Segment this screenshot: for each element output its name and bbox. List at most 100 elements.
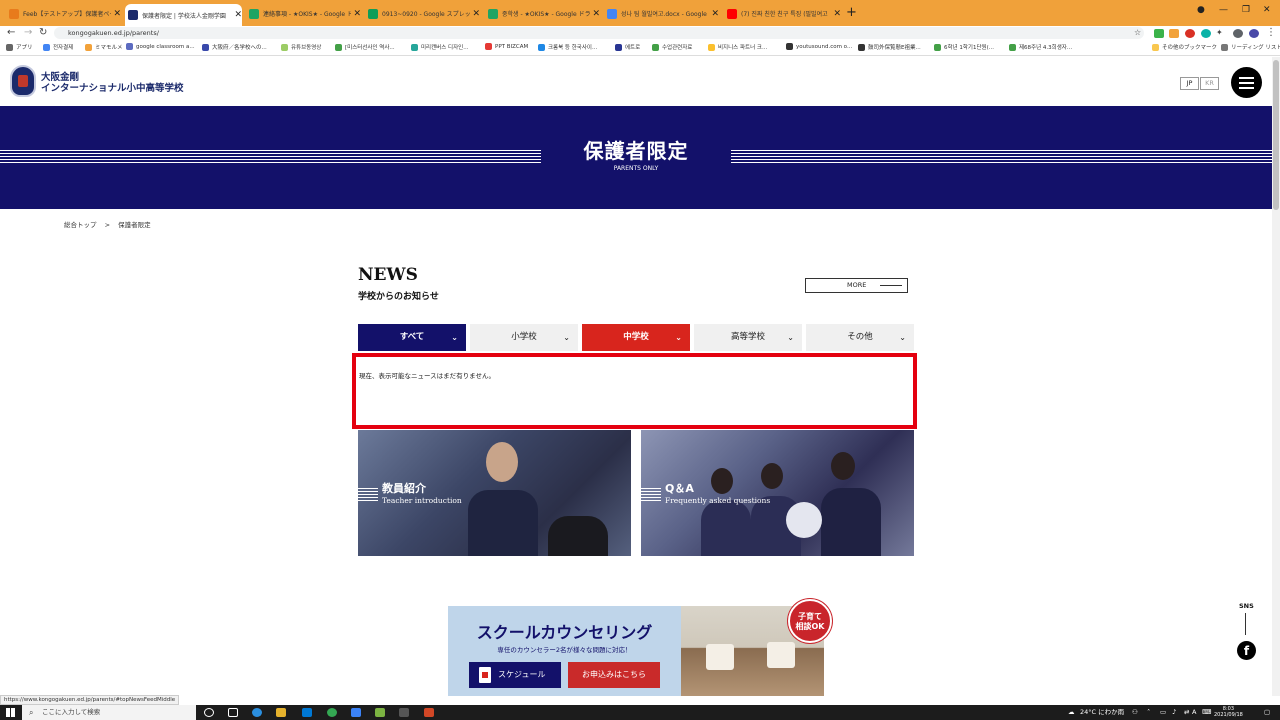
extension-icon[interactable] (1154, 29, 1164, 38)
close-tab-icon[interactable]: ✕ (592, 9, 600, 19)
taskbar-app-icon[interactable] (375, 708, 385, 717)
browser-tab[interactable]: (7) 진짜 친한 친구 특징 (필빌여고 ✕ (724, 5, 841, 22)
card-subtitle: Teacher introduction (382, 496, 462, 505)
reading-list-icon (1221, 43, 1228, 51)
bookmark-item[interactable]: 제68주년 4.3희생자... (1009, 43, 1072, 51)
bookmark-item[interactable]: PPT BIZCAM (485, 43, 528, 50)
task-view-icon[interactable] (228, 708, 238, 717)
browser-tab[interactable]: 0913~0920 - Google スプレッドシー ✕ (365, 5, 480, 22)
lang-kr-button[interactable]: KR (1200, 77, 1219, 90)
news-tab-all[interactable]: すべて ⌄ (358, 324, 466, 351)
network-icon[interactable]: ▭ (1160, 705, 1166, 720)
decorative-stripes (358, 488, 378, 502)
close-tab-icon[interactable]: ✕ (234, 10, 242, 20)
close-window-icon[interactable]: ✕ (1263, 5, 1271, 15)
browser-tab[interactable]: 중학생 - ★OKIS★ - Google ドライ ✕ (485, 5, 600, 22)
card-photo-figure (486, 442, 518, 482)
ime-mode-icon[interactable]: ⌨ (1202, 705, 1211, 720)
sync-icon[interactable]: ⇄ (1184, 705, 1189, 720)
extension-icon[interactable] (1169, 29, 1179, 38)
chrome-icon[interactable] (327, 708, 337, 717)
profile-avatar-icon[interactable] (1249, 29, 1259, 38)
powerpoint-icon[interactable] (424, 708, 434, 717)
bookmark-item[interactable]: youtusound.com o... (786, 43, 852, 50)
bookmark-item[interactable]: [미스터선사인 역사... (335, 43, 395, 51)
bookmark-item[interactable]: 전자결제 (43, 43, 73, 51)
close-tab-icon[interactable]: ✕ (113, 9, 121, 19)
bookmark-item[interactable]: 에트로 (615, 43, 640, 51)
tray-people-icon[interactable]: ⚇ (1132, 705, 1138, 720)
facebook-icon[interactable]: f (1237, 641, 1256, 660)
bookmark-icon (615, 43, 622, 51)
browser-tab[interactable]: 連絡事項 - ★OKIS★ - Google ドラ ✕ (246, 5, 361, 22)
apply-button[interactable]: お申込みはこちら (568, 662, 660, 688)
profile-avatar-icon[interactable] (1233, 29, 1243, 38)
url-bar[interactable]: kongogakuen.ed.jp/parents/ (54, 27, 1144, 39)
extension-icon[interactable] (1185, 29, 1195, 38)
other-bookmarks[interactable]: その他のブックマーク (1152, 43, 1217, 51)
back-icon[interactable]: ← (7, 26, 15, 40)
card-photo-figure (711, 468, 733, 494)
taskbar-search[interactable]: ⌕ ここに入力して検索 (22, 705, 196, 720)
extensions-puzzle-icon[interactable]: ✦ (1216, 26, 1223, 40)
qa-card[interactable]: Q＆A Frequently asked questions (641, 430, 914, 556)
bookmark-item[interactable]: 6학년 1학기1단원(... (934, 43, 994, 51)
close-tab-icon[interactable]: ✕ (833, 9, 841, 19)
bookmark-star-icon[interactable]: ☆ (1134, 26, 1141, 40)
file-explorer-icon[interactable] (276, 708, 286, 717)
close-tab-icon[interactable]: ✕ (711, 9, 719, 19)
close-tab-icon[interactable]: ✕ (353, 9, 361, 19)
schedule-button[interactable]: スケジュール (469, 662, 561, 688)
taskbar-app-icon[interactable] (351, 708, 361, 717)
browser-menu-icon[interactable]: ⋮ (1266, 26, 1276, 40)
clock[interactable]: 8:03 2021/09/18 (1214, 705, 1243, 718)
folder-icon (1152, 43, 1159, 51)
reading-list[interactable]: リーディング リスト (1221, 43, 1280, 51)
bookmark-item[interactable]: 미리캔버스 디자인... (411, 43, 468, 51)
minimize-icon[interactable]: — (1219, 5, 1228, 15)
bookmark-item[interactable]: 大阪府／各学校への... (202, 43, 267, 51)
weather-text[interactable]: 24°C にわか雨 (1080, 705, 1124, 720)
maximize-icon[interactable]: ❐ (1242, 5, 1250, 15)
bookmark-item[interactable]: 크롬북 등 한국사이... (538, 43, 597, 51)
extension-icon[interactable] (1201, 29, 1211, 38)
close-tab-icon[interactable]: ✕ (472, 9, 480, 19)
bookmark-item[interactable]: 비지니스 파트너 크... (708, 43, 767, 51)
news-tab-junior-high[interactable]: 中学校 ⌄ (582, 324, 690, 351)
lang-jp-button[interactable]: JP (1180, 77, 1199, 90)
bookmark-item[interactable]: アプリ (6, 43, 33, 51)
tray-chevron-icon[interactable]: ˄ (1147, 705, 1150, 720)
browser-tab[interactable]: 성나 팀 월빌여고.docx - Google ✕ (604, 5, 719, 22)
hamburger-menu-icon[interactable] (1231, 67, 1262, 98)
windows-start-icon[interactable] (6, 708, 15, 717)
scrollbar-thumb[interactable] (1273, 60, 1279, 210)
bookmark-item[interactable]: google classroom a... (126, 43, 195, 50)
volume-icon[interactable]: ♪ (1172, 705, 1176, 720)
bookmark-item[interactable]: 수업관련자료 (652, 43, 692, 51)
edge-icon[interactable] (252, 708, 262, 717)
notifications-icon[interactable]: ▢ (1264, 705, 1270, 720)
store-icon[interactable] (302, 708, 312, 717)
news-tab-high-school[interactable]: 高等学校 ⌄ (694, 324, 802, 351)
bookmark-item[interactable]: 鼓司外保覧懸E祖業... (858, 43, 921, 51)
forward-icon[interactable]: → (24, 26, 32, 40)
card-title: Q＆A (665, 482, 694, 495)
profile-icon[interactable]: ● (1197, 5, 1205, 15)
news-tab-other[interactable]: その他 ⌄ (806, 324, 914, 351)
teacher-intro-card[interactable]: 教員紹介 Teacher introduction (358, 430, 631, 556)
bookmark-item[interactable]: ミマモルメ (85, 43, 123, 51)
new-tab-icon[interactable]: + (846, 5, 857, 20)
consult-ok-badge: 子育て 相談OK (788, 599, 832, 643)
cortana-icon[interactable] (204, 708, 214, 717)
news-more-button[interactable]: MORE (805, 278, 908, 293)
counseling-banner[interactable]: スクールカウンセリング 専任のカウンセラー2名が様々な問題に対応！ スケジュール… (448, 606, 824, 696)
news-tab-elementary[interactable]: 小学校 ⌄ (470, 324, 578, 351)
browser-tab[interactable]: Feeb【テストアップ】保護者ページ... ✕ (6, 5, 121, 22)
taskbar-app-icon[interactable] (399, 708, 409, 717)
bookmark-item[interactable]: 유튜브동영상 (281, 43, 321, 51)
ime-indicator[interactable]: A (1192, 705, 1196, 720)
browser-tab-active[interactable]: 保護者限定 | 学校法人金剛学園 ✕ (125, 4, 242, 26)
card-photo-figure (468, 490, 538, 556)
reload-icon[interactable]: ↻ (39, 26, 47, 40)
breadcrumb-home-link[interactable]: 総合トップ (64, 221, 97, 229)
